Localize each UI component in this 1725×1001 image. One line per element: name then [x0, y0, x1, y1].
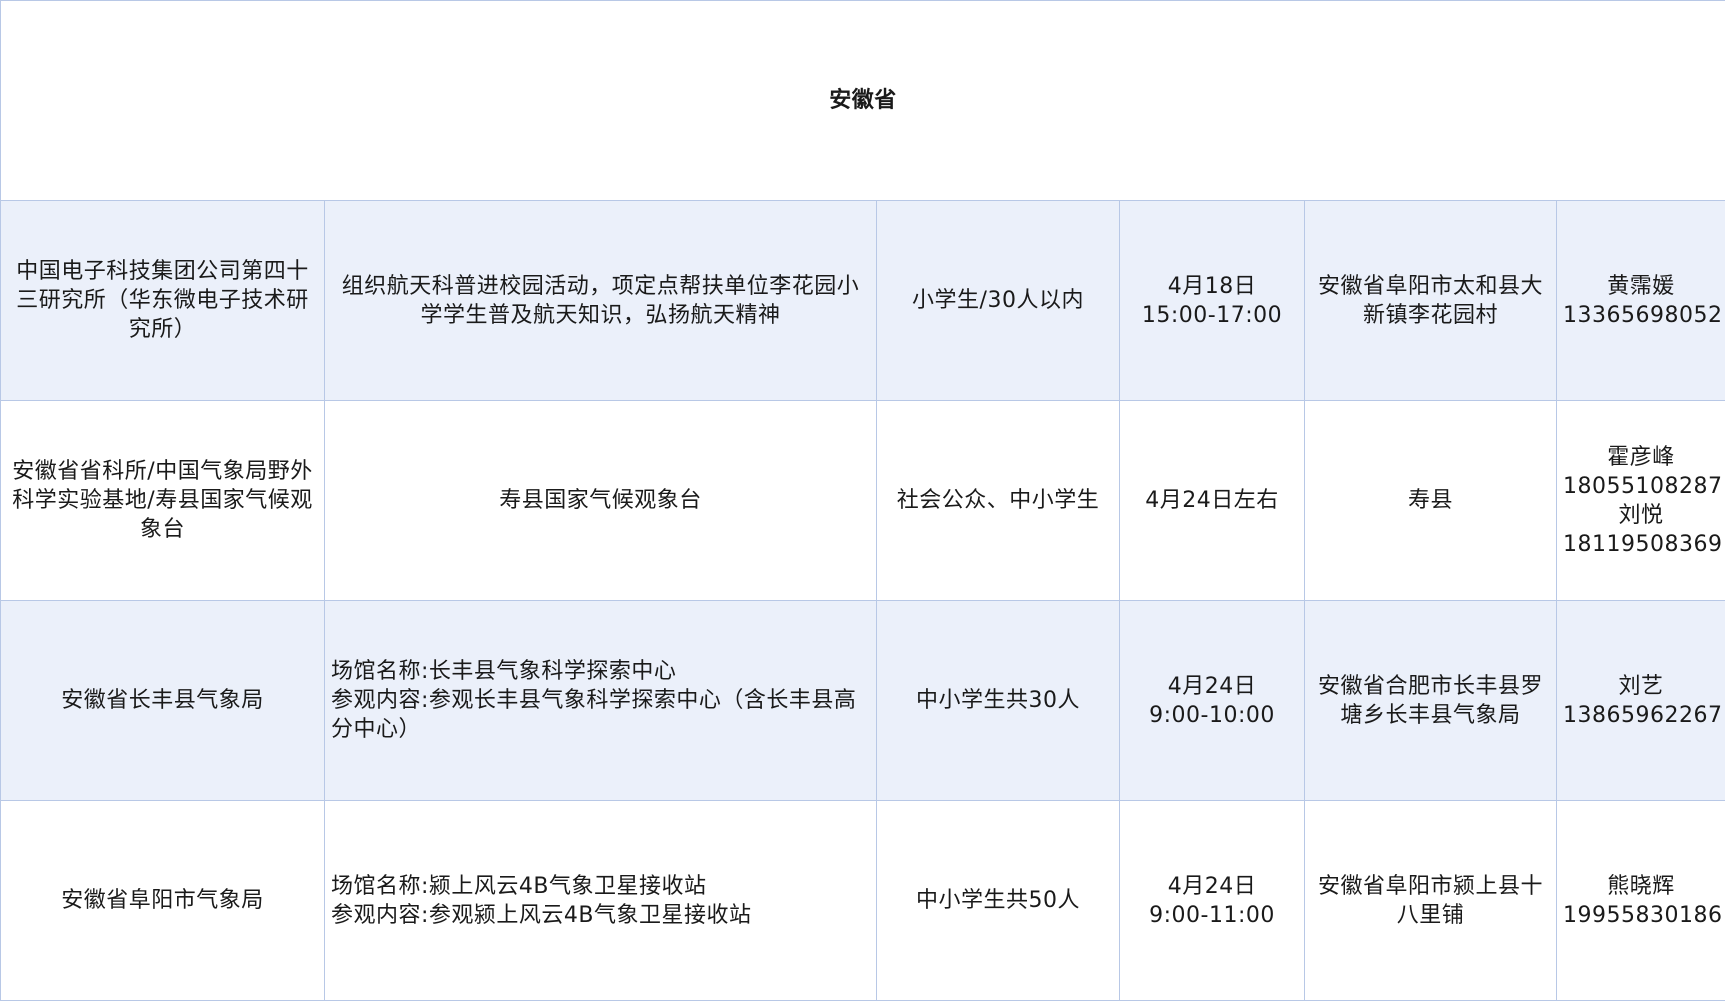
time-cell[interactable]: 4月24日左右 [1119, 400, 1305, 601]
location-cell[interactable]: 安徽省阜阳市颍上县十八里铺 [1304, 800, 1557, 1001]
venue-name-line: 场馆名称:颍上风云4B气象卫星接收站 [331, 873, 707, 899]
contact-cell[interactable]: 霍彦峰 18055108287 刘悦 18119508369 [1555, 400, 1725, 601]
contact-phone: 19955830186 [1563, 902, 1723, 928]
contact-name: 刘艺 [1618, 673, 1664, 699]
time-range-text: 15:00-17:00 [1141, 302, 1283, 328]
audience-cell[interactable]: 社会公众、中小学生 [876, 400, 1120, 601]
audience-cell[interactable]: 小学生/30人以内 [876, 200, 1120, 401]
venue-name-line: 场馆名称:长丰县气象科学探索中心 [331, 659, 677, 684]
date-text: 4月18日 [1167, 273, 1257, 299]
activity-cell[interactable]: 组织航天科普进校园活动，项定点帮扶单位李花园小学学生普及航天知识，弘扬航天精神 [324, 200, 877, 401]
location-cell[interactable]: 寿县 [1304, 400, 1557, 601]
date-text: 4月24日左右 [1145, 488, 1279, 513]
title-row: 安徽省 [0, 0, 1725, 201]
contact-name: 熊晓辉 [1607, 873, 1675, 899]
contact-name: 刘悦 [1618, 502, 1664, 528]
activity-table: 安徽省 中国电子科技集团公司第四十三研究所（华东微电子技术研究所） 组织航天科普… [0, 0, 1725, 1001]
date-text: 4月24日 [1167, 873, 1257, 899]
org-cell[interactable]: 安徽省省科所/中国气象局野外科学实验基地/寿县国家气候观象台 [0, 400, 325, 601]
contact-phone: 13365698052 [1563, 302, 1723, 328]
spreadsheet-view: 安徽省 中国电子科技集团公司第四十三研究所（华东微电子技术研究所） 组织航天科普… [0, 0, 1725, 1001]
location-cell[interactable]: 安徽省阜阳市太和县大新镇李花园村 [1304, 200, 1557, 401]
org-cell[interactable]: 安徽省阜阳市气象局 [0, 800, 325, 1001]
audience-cell[interactable]: 中小学生共30人 [876, 600, 1120, 801]
table-row: 中国电子科技集团公司第四十三研究所（华东微电子技术研究所） 组织航天科普进校园活… [0, 200, 1725, 401]
contact-name: 黄霈媛 [1607, 273, 1675, 299]
contact-cell[interactable]: 黄霈媛 13365698052 [1555, 200, 1725, 401]
contact-phone: 18055108287 [1563, 473, 1723, 499]
activity-line: 寿县国家气候观象台 [499, 488, 702, 513]
location-cell[interactable]: 安徽省合肥市长丰县罗塘乡长丰县气象局 [1304, 600, 1557, 801]
time-cell[interactable]: 4月24日 9:00-10:00 [1119, 600, 1305, 801]
org-cell[interactable]: 安徽省长丰县气象局 [0, 600, 325, 801]
table-row: 安徽省省科所/中国气象局野外科学实验基地/寿县国家气候观象台 寿县国家气候观象台… [0, 400, 1725, 601]
visit-content-line: 参观内容:参观长丰县气象科学探索中心（含长丰县高分中心） [331, 688, 857, 742]
contact-cell[interactable]: 刘艺 13865962267 [1555, 600, 1725, 801]
activity-cell[interactable]: 场馆名称:长丰县气象科学探索中心 参观内容:参观长丰县气象科学探索中心（含长丰县… [324, 600, 877, 801]
audience-cell[interactable]: 中小学生共50人 [876, 800, 1120, 1001]
activity-cell[interactable]: 场馆名称:颍上风云4B气象卫星接收站 参观内容:参观颍上风云4B气象卫星接收站 [324, 800, 877, 1001]
contact-phone: 18119508369 [1563, 531, 1723, 557]
province-title[interactable]: 安徽省 [0, 0, 1725, 201]
time-range-text: 9:00-11:00 [1149, 902, 1275, 928]
contact-name: 霍彦峰 [1607, 444, 1675, 470]
time-range-text: 9:00-10:00 [1149, 702, 1275, 728]
date-text: 4月24日 [1167, 673, 1257, 699]
time-cell[interactable]: 4月18日 15:00-17:00 [1119, 200, 1305, 401]
activity-line: 组织航天科普进校园活动，项定点帮扶单位李花园小学学生普及航天知识，弘扬航天精神 [341, 273, 860, 328]
table-row: 安徽省长丰县气象局 场馆名称:长丰县气象科学探索中心 参观内容:参观长丰县气象科… [0, 600, 1725, 801]
org-cell[interactable]: 中国电子科技集团公司第四十三研究所（华东微电子技术研究所） [0, 200, 325, 401]
visit-content-line: 参观内容:参观颍上风云4B气象卫星接收站 [331, 902, 752, 928]
contact-cell[interactable]: 熊晓辉 19955830186 [1555, 800, 1725, 1001]
activity-cell[interactable]: 寿县国家气候观象台 [324, 400, 877, 601]
time-cell[interactable]: 4月24日 9:00-11:00 [1119, 800, 1305, 1001]
contact-phone: 13865962267 [1563, 702, 1723, 728]
table-row: 安徽省阜阳市气象局 场馆名称:颍上风云4B气象卫星接收站 参观内容:参观颍上风云… [0, 800, 1725, 1001]
